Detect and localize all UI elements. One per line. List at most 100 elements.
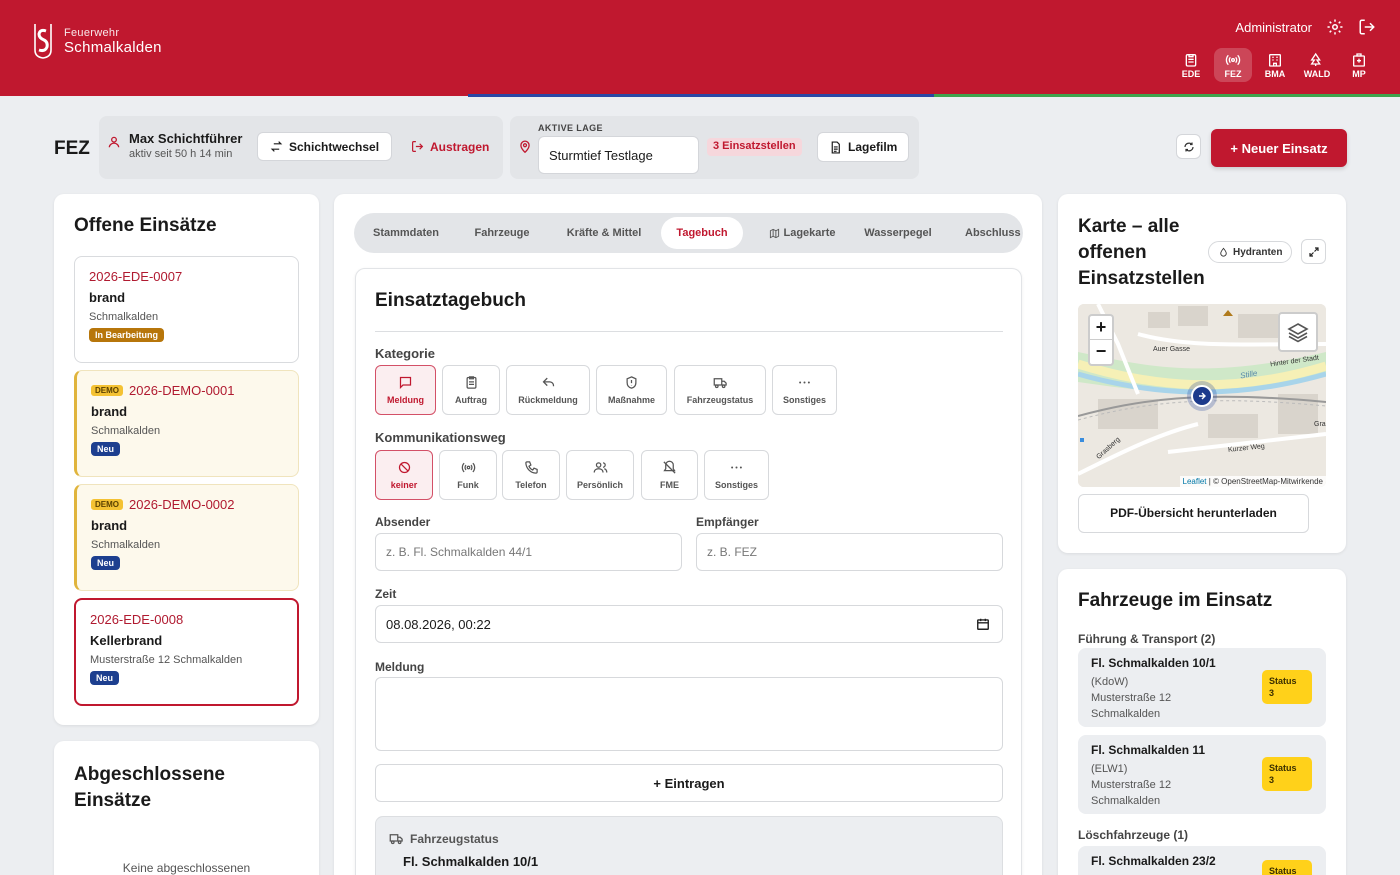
category-rueckmeldung[interactable]: Rückmeldung bbox=[506, 365, 590, 415]
lagefilm-button[interactable]: Lagefilm bbox=[817, 132, 910, 162]
zoom-out-button[interactable]: − bbox=[1090, 340, 1112, 364]
message-icon bbox=[399, 376, 412, 390]
tab-abschluss[interactable]: Abschluss bbox=[944, 217, 1023, 249]
trees-icon bbox=[1310, 52, 1321, 66]
tab-tagebuch[interactable]: Tagebuch bbox=[661, 217, 743, 249]
vehicle-card[interactable]: Fl. Schmalkalden 23/2 Status bbox=[1078, 846, 1326, 875]
category-meldung[interactable]: Meldung bbox=[375, 365, 436, 415]
comm-persoenlich[interactable]: Persönlich bbox=[566, 450, 634, 500]
vehicle-status-badge[interactable]: Status 3 bbox=[1262, 757, 1312, 791]
refresh-button[interactable] bbox=[1176, 134, 1201, 159]
logout-icon[interactable] bbox=[1358, 18, 1376, 36]
hydrants-toggle[interactable]: Hydranten bbox=[1208, 241, 1293, 263]
closed-incidents-panel: Abgeschlossene Einsätze Keine abgeschlos… bbox=[54, 741, 319, 875]
incident-card[interactable]: 2026-EDE-0007 brand Schmalkalden In Bear… bbox=[74, 256, 299, 363]
vehicle-card[interactable]: Fl. Schmalkalden 10/1 (KdoW) Musterstraß… bbox=[1078, 648, 1326, 727]
vehicles-title: Fahrzeuge im Einsatz bbox=[1078, 590, 1273, 611]
incident-card[interactable]: DEMO 2026-DEMO-0002 brand Schmalkalden Ne… bbox=[74, 484, 299, 591]
pdf-download-button[interactable]: PDF-Übersicht herunterladen bbox=[1078, 494, 1309, 533]
gear-icon[interactable] bbox=[1326, 18, 1344, 36]
clipboard-icon bbox=[1185, 53, 1197, 67]
module-ede[interactable]: EDE bbox=[1172, 48, 1210, 82]
category-label: Kategorie bbox=[375, 346, 435, 361]
vehicle-group-label: Führung & Transport (2) bbox=[1078, 632, 1216, 646]
divider bbox=[375, 331, 1003, 332]
sender-label: Absender bbox=[375, 515, 431, 529]
tab-lagekarte[interactable]: Lagekarte bbox=[746, 217, 858, 249]
recipient-input[interactable]: z. B. FEZ bbox=[696, 533, 1003, 571]
layers-button[interactable] bbox=[1278, 312, 1318, 352]
entry-vehicle: Fl. Schmalkalden 10/1 bbox=[403, 854, 539, 869]
comm-fme[interactable]: FME bbox=[641, 450, 698, 500]
active-situation-select[interactable]: Sturmtief Testlage bbox=[538, 136, 699, 174]
incident-location: Schmalkalden bbox=[91, 539, 161, 551]
calendar-icon[interactable] bbox=[976, 617, 990, 631]
incident-card-selected[interactable]: 2026-EDE-0008 Kellerbrand Musterstraße 1… bbox=[74, 598, 299, 706]
zoom-control: + − bbox=[1088, 314, 1114, 366]
vehicles-panel: Fahrzeuge im Einsatz Führung & Transport… bbox=[1058, 569, 1346, 875]
osm-attribution[interactable]: © OpenStreetMap-Mitwirkende bbox=[1213, 477, 1323, 486]
comm-sonstiges[interactable]: Sonstiges bbox=[704, 450, 769, 500]
time-label: Zeit bbox=[375, 587, 397, 601]
message-label: Meldung bbox=[375, 660, 425, 674]
tab-stammdaten[interactable]: Stammdaten bbox=[358, 217, 454, 249]
module-nav: EDE FEZ BMA WALD MP bbox=[1172, 48, 1378, 82]
module-fez[interactable]: FEZ bbox=[1214, 48, 1252, 82]
status-badge: Neu bbox=[90, 671, 120, 685]
accent-line-green bbox=[934, 94, 1400, 97]
street-label: Gra bbox=[1314, 421, 1326, 428]
time-input[interactable]: 08.08.2026, 00:22 bbox=[375, 605, 1003, 643]
truck-icon bbox=[389, 834, 403, 845]
reply-icon bbox=[542, 377, 554, 387]
radio-icon bbox=[461, 462, 475, 473]
module-bma[interactable]: BMA bbox=[1256, 48, 1294, 82]
vehicle-card[interactable]: Fl. Schmalkalden 11 (ELW1) Musterstraße … bbox=[1078, 735, 1326, 814]
truck-icon bbox=[713, 378, 727, 389]
status-badge: Neu bbox=[91, 442, 121, 456]
active-situation-panel: AKTIVE LAGE Sturmtief Testlage 3 Einsatz… bbox=[510, 116, 919, 179]
leaflet-link[interactable]: Leaflet bbox=[1183, 477, 1207, 486]
tab-kraefte[interactable]: Kräfte & Mittel bbox=[550, 217, 658, 249]
incident-card[interactable]: DEMO 2026-DEMO-0001 brand Schmalkalden Ne… bbox=[74, 370, 299, 477]
vehicle-group-label: Löschfahrzeuge (1) bbox=[1078, 828, 1189, 842]
sign-out-button[interactable]: Austragen bbox=[405, 132, 495, 161]
zoom-in-button[interactable]: + bbox=[1090, 316, 1112, 340]
map-icon bbox=[769, 228, 779, 238]
user-name[interactable]: Administrator bbox=[1235, 20, 1312, 35]
active-situation-label: AKTIVE LAGE bbox=[538, 123, 603, 133]
vehicle-status-badge[interactable]: Status 3 bbox=[1262, 670, 1312, 704]
sender-input[interactable]: z. B. Fl. Schmalkalden 44/1 bbox=[375, 533, 682, 571]
tab-wasserpegel[interactable]: Wasserpegel bbox=[859, 217, 937, 249]
category-auftrag[interactable]: Auftrag bbox=[442, 365, 500, 415]
message-textarea[interactable] bbox=[375, 677, 1003, 751]
category-massnahme[interactable]: Maßnahme bbox=[596, 365, 667, 415]
comm-keiner[interactable]: keiner bbox=[375, 450, 433, 500]
building-icon bbox=[1269, 53, 1281, 67]
users-icon bbox=[593, 462, 607, 473]
comm-telefon[interactable]: Telefon bbox=[502, 450, 560, 500]
dots-icon bbox=[799, 381, 810, 384]
tab-fahrzeuge[interactable]: Fahrzeuge bbox=[456, 217, 548, 249]
shift-leader-name: Max Schichtführer bbox=[129, 131, 243, 146]
journal-entry: Fahrzeugstatus Fl. Schmalkalden 10/1 bbox=[375, 816, 1003, 875]
entry-category: Fahrzeugstatus bbox=[410, 831, 499, 846]
brand[interactable]: Feuerwehr Schmalkalden bbox=[32, 22, 162, 60]
module-wald[interactable]: WALD bbox=[1298, 48, 1336, 82]
incident-id: 2026-EDE-0007 bbox=[89, 269, 183, 284]
shift-change-button[interactable]: Schichtwechsel bbox=[257, 132, 393, 161]
new-incident-button[interactable]: + Neuer Einsatz bbox=[1211, 129, 1347, 167]
submit-entry-button[interactable]: + Eintragen bbox=[375, 764, 1003, 802]
category-sonstiges[interactable]: Sonstiges bbox=[772, 365, 837, 415]
comm-funk[interactable]: Funk bbox=[439, 450, 497, 500]
incident-id: 2026-DEMO-0002 bbox=[129, 497, 235, 512]
vehicle-status-badge[interactable]: Status bbox=[1262, 860, 1312, 875]
map-view[interactable]: Auer Gasse Hinter der Stadt Stille Kurze… bbox=[1078, 304, 1326, 487]
pager-icon bbox=[663, 460, 676, 474]
accent-line-blue bbox=[468, 94, 934, 97]
module-mp[interactable]: MP bbox=[1340, 48, 1378, 82]
category-fahrzeugstatus[interactable]: Fahrzeugstatus bbox=[674, 365, 766, 415]
clipboard-icon bbox=[466, 376, 476, 389]
expand-map-button[interactable] bbox=[1301, 239, 1326, 264]
street-label: Auer Gasse bbox=[1153, 346, 1190, 353]
brand-line-2: Schmalkalden bbox=[64, 38, 162, 56]
